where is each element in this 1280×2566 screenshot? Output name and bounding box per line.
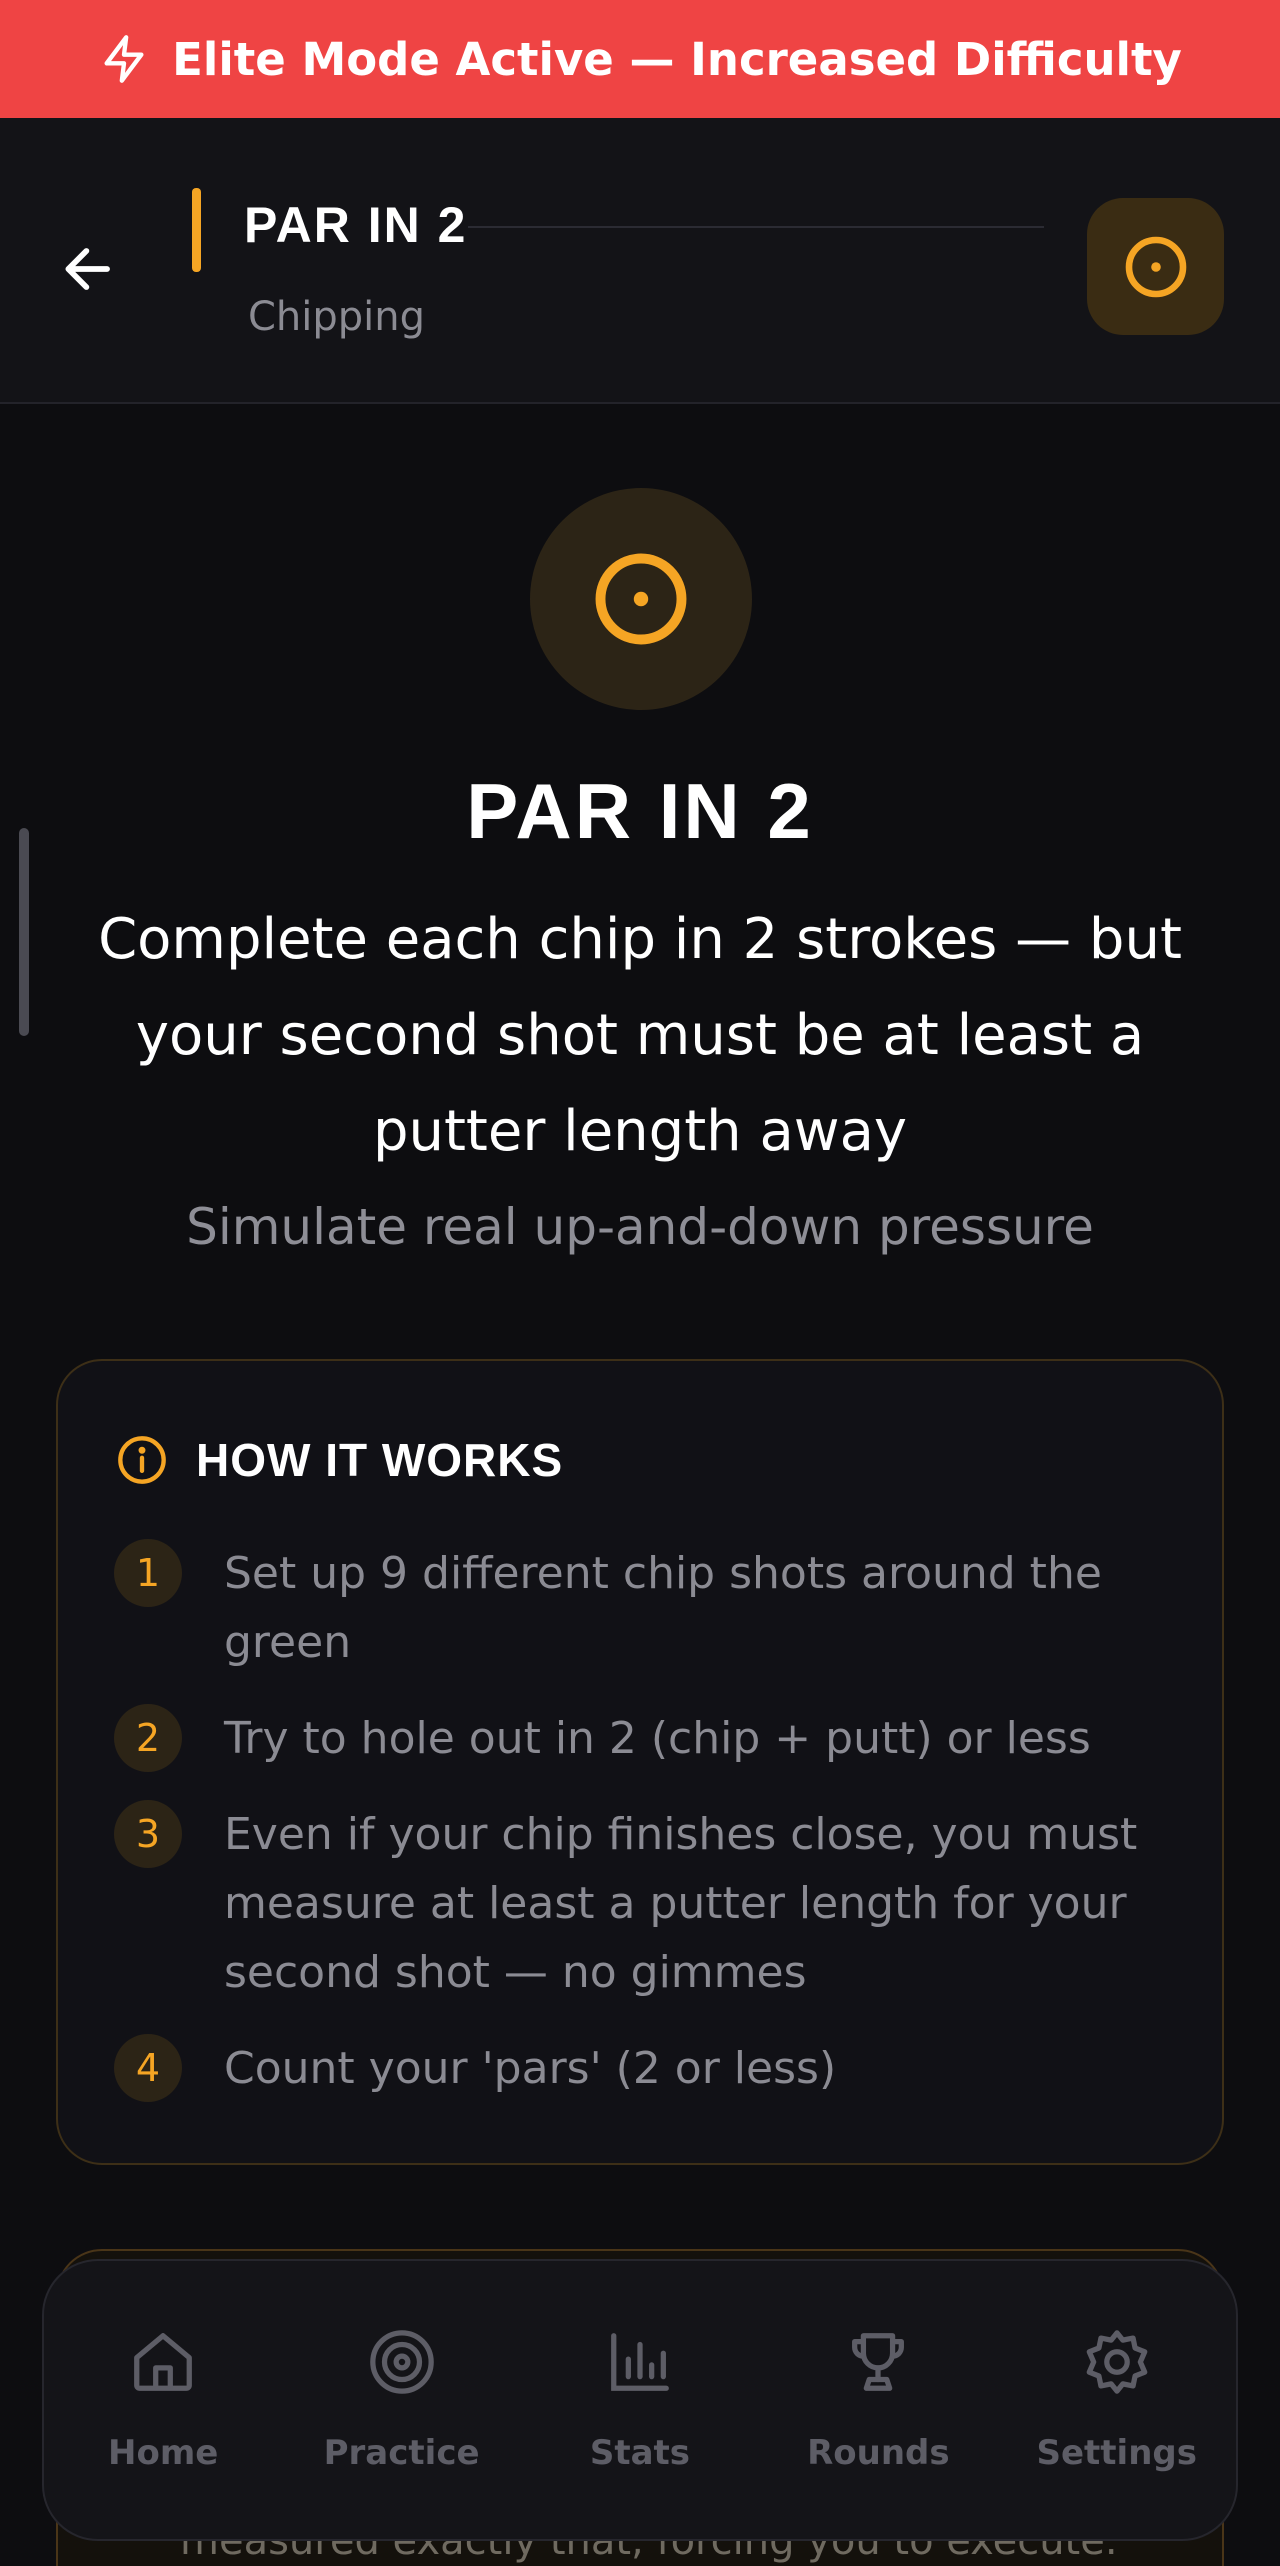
nav-item-home[interactable]: Home bbox=[63, 2327, 263, 2473]
banner-text: Elite Mode Active — Increased Difficulty bbox=[172, 32, 1182, 86]
how-it-works-card: HOW IT WORKS 1 Set up 9 different chip s… bbox=[56, 1359, 1224, 2165]
target-dot-icon bbox=[1125, 236, 1186, 297]
gear-icon bbox=[1086, 2330, 1148, 2394]
nav-label: Home bbox=[108, 2433, 219, 2473]
step-item: 3 Even if your chip finishes close, you … bbox=[114, 1800, 1174, 2007]
hero-icon-circle bbox=[530, 488, 752, 710]
elite-mode-banner: Elite Mode Active — Increased Difficulty bbox=[0, 0, 1280, 118]
step-item: 1 Set up 9 different chip shots around t… bbox=[114, 1539, 1174, 1677]
drill-description: Complete each chip in 2 strokes — but yo… bbox=[98, 907, 1182, 1164]
home-icon bbox=[134, 2333, 193, 2391]
step-number: 4 bbox=[114, 2034, 182, 2102]
bar-chart-icon bbox=[611, 2333, 669, 2391]
bottom-nav: Home Practice Stats Rounds Settings bbox=[42, 2259, 1238, 2541]
step-number: 2 bbox=[114, 1704, 182, 1772]
step-text: Even if your chip finishes close, you mu… bbox=[224, 1809, 1138, 1998]
step-number: 1 bbox=[114, 1539, 182, 1607]
step-text: Count your 'pars' (2 or less) bbox=[224, 2043, 837, 2094]
header-title: PAR IN 2 bbox=[244, 197, 468, 253]
nav-label: Settings bbox=[1036, 2433, 1198, 2473]
drill-subdescription: Simulate real up-and-down pressure bbox=[186, 1198, 1094, 1256]
nav-label: Rounds bbox=[807, 2433, 950, 2473]
drill-title: PAR IN 2 bbox=[466, 767, 814, 855]
header-accent-bar bbox=[192, 188, 201, 272]
target-dot-icon bbox=[595, 553, 687, 645]
step-number: 3 bbox=[114, 1800, 182, 1868]
back-arrow-icon[interactable] bbox=[58, 238, 120, 300]
nav-item-rounds[interactable]: Rounds bbox=[778, 2327, 978, 2473]
steps-list: 1 Set up 9 different chip shots around t… bbox=[114, 1539, 1174, 2130]
lightning-icon bbox=[104, 35, 144, 83]
info-icon bbox=[118, 1436, 166, 1484]
scrollbar[interactable] bbox=[19, 828, 29, 1036]
how-it-works-title: HOW IT WORKS bbox=[196, 1434, 564, 1486]
step-text: Try to hole out in 2 (chip + putt) or le… bbox=[224, 1713, 1091, 1764]
header-subtitle: Chipping bbox=[248, 294, 426, 340]
step-item: 4 Count your 'pars' (2 or less) bbox=[114, 2034, 1174, 2103]
step-text: Set up 9 different chip shots around the… bbox=[224, 1548, 1102, 1668]
drill-icon-button[interactable] bbox=[1087, 198, 1224, 335]
page-header: PAR IN 2 Chipping bbox=[0, 118, 1280, 404]
nav-item-stats[interactable]: Stats bbox=[540, 2327, 740, 2473]
nav-item-settings[interactable]: Settings bbox=[1017, 2327, 1217, 2473]
target-icon bbox=[369, 2330, 434, 2394]
nav-item-practice[interactable]: Practice bbox=[302, 2327, 502, 2473]
step-item: 2 Try to hole out in 2 (chip + putt) or … bbox=[114, 1704, 1174, 1773]
header-divider bbox=[468, 226, 1044, 228]
trophy-icon bbox=[852, 2333, 905, 2391]
how-it-works-header: HOW IT WORKS bbox=[116, 1433, 563, 1487]
nav-label: Stats bbox=[589, 2433, 691, 2473]
nav-label: Practice bbox=[323, 2433, 480, 2473]
